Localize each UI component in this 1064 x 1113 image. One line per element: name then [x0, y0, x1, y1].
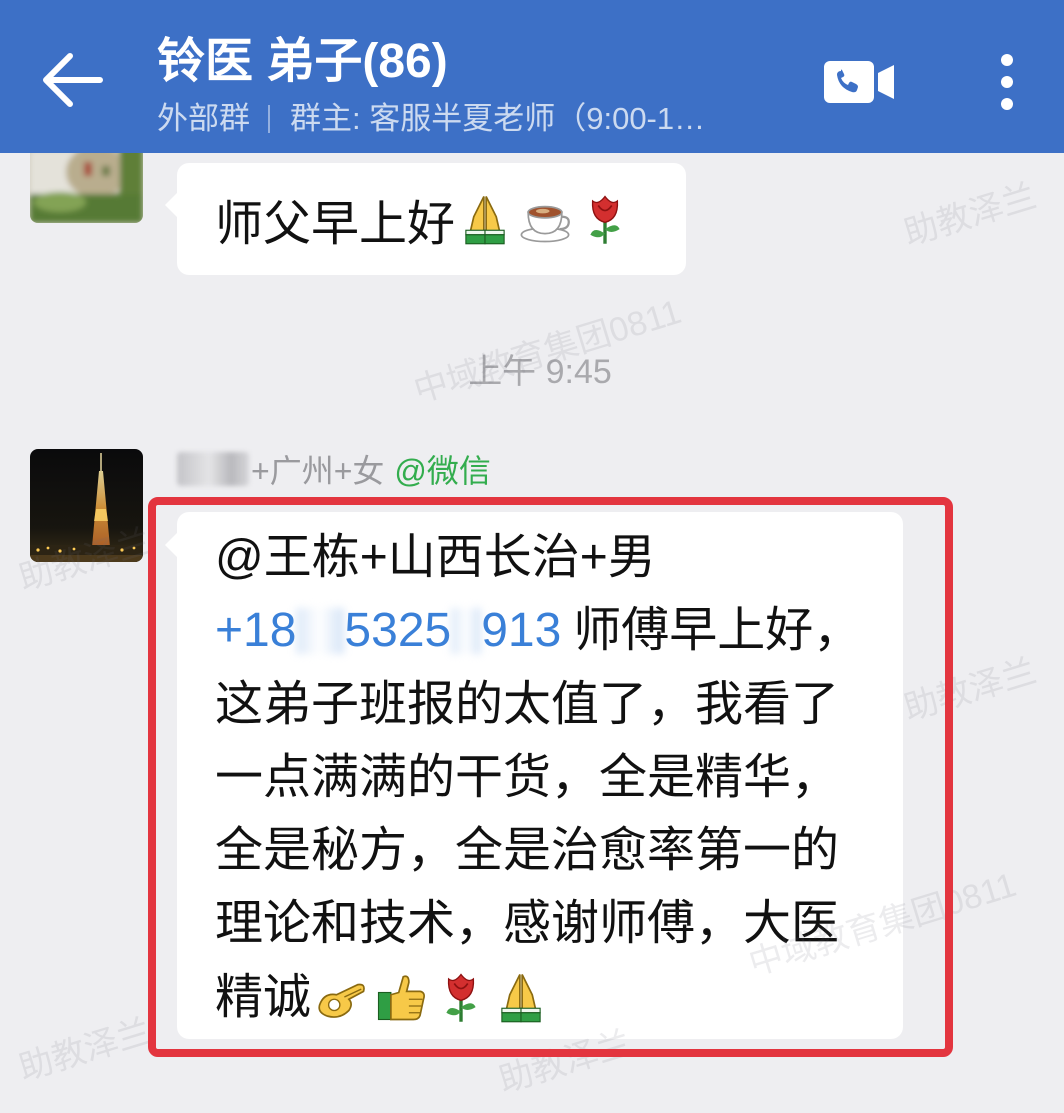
back-arrow-icon[interactable] — [40, 50, 104, 110]
watermark-text: 助教泽兰 — [899, 177, 1041, 254]
message-line: 这弟子班报的太值了，我看了 — [215, 677, 840, 731]
message-text-content: 师父早上好 — [215, 198, 456, 251]
chat-subtitle: 外部群 群主: 客服半夏老师（9:00-1… — [157, 98, 705, 140]
pray-emoji — [458, 192, 512, 246]
phone-part: 5325 — [344, 604, 452, 658]
message-line: 理论和技术，感谢师傅，大医 — [215, 897, 840, 951]
greeting-text: 师傅早上好， — [573, 604, 862, 658]
divider — [268, 105, 270, 133]
mention-text: @王栋+山西长治+男 — [215, 531, 656, 584]
message-line: 一点满满的干货，全是精华， — [215, 750, 840, 804]
message-line: +18 5325 913 师傅早上好， — [215, 594, 861, 667]
sender-row: +广州+女 @微信 — [177, 448, 491, 490]
time-divider: 上午 9:45 — [468, 353, 612, 391]
message-text: @王栋+山西长治+男 +18 5325 913 师傅早上好， 这弟子班报的太值了… — [215, 521, 861, 1034]
phone-blur — [451, 607, 482, 654]
message-line: @王栋+山西长治+男 — [215, 521, 861, 594]
video-call-icon[interactable] — [824, 58, 898, 106]
phone-part: 913 — [481, 604, 562, 658]
watermark-text: 助教泽兰 — [899, 652, 1041, 729]
ok-hand-emoji — [314, 970, 368, 1024]
sender-name: +广州+女 — [251, 453, 385, 489]
more-icon[interactable] — [990, 50, 1024, 116]
message-line: 精诚 — [215, 961, 861, 1034]
sender-source: @微信 — [394, 453, 491, 489]
phone-blur — [296, 607, 345, 654]
closing-text: 精诚 — [215, 970, 312, 1024]
message-text: 师父早上好 — [215, 163, 635, 275]
avatar[interactable] — [30, 449, 143, 562]
group-owner-label: 群主: 客服半夏老师（9:00-1… — [290, 101, 706, 136]
blurred-name — [177, 452, 249, 486]
message-line: 全是秘方，全是治愈率第一的 — [215, 824, 840, 878]
emoji-group — [455, 192, 635, 246]
watermark-text: 助教泽兰 — [14, 1012, 156, 1089]
rose-emoji — [578, 192, 632, 246]
pray-emoji — [494, 970, 548, 1024]
thumbs-up-emoji — [374, 970, 428, 1024]
message-bubble[interactable]: 师父早上好 — [165, 163, 686, 275]
chat-title[interactable]: 铃医 弟子(86) — [157, 32, 448, 92]
phone-number-link[interactable]: +18 5325 913 — [215, 594, 561, 667]
chat-header: 铃医 弟子(86) 外部群 群主: 客服半夏老师（9:00-1… — [0, 0, 1064, 153]
phone-part: +18 — [215, 604, 297, 658]
emoji-group — [311, 970, 551, 1024]
group-type-label: 外部群 — [157, 101, 250, 136]
rose-emoji — [434, 970, 488, 1024]
coffee-emoji — [518, 192, 572, 246]
